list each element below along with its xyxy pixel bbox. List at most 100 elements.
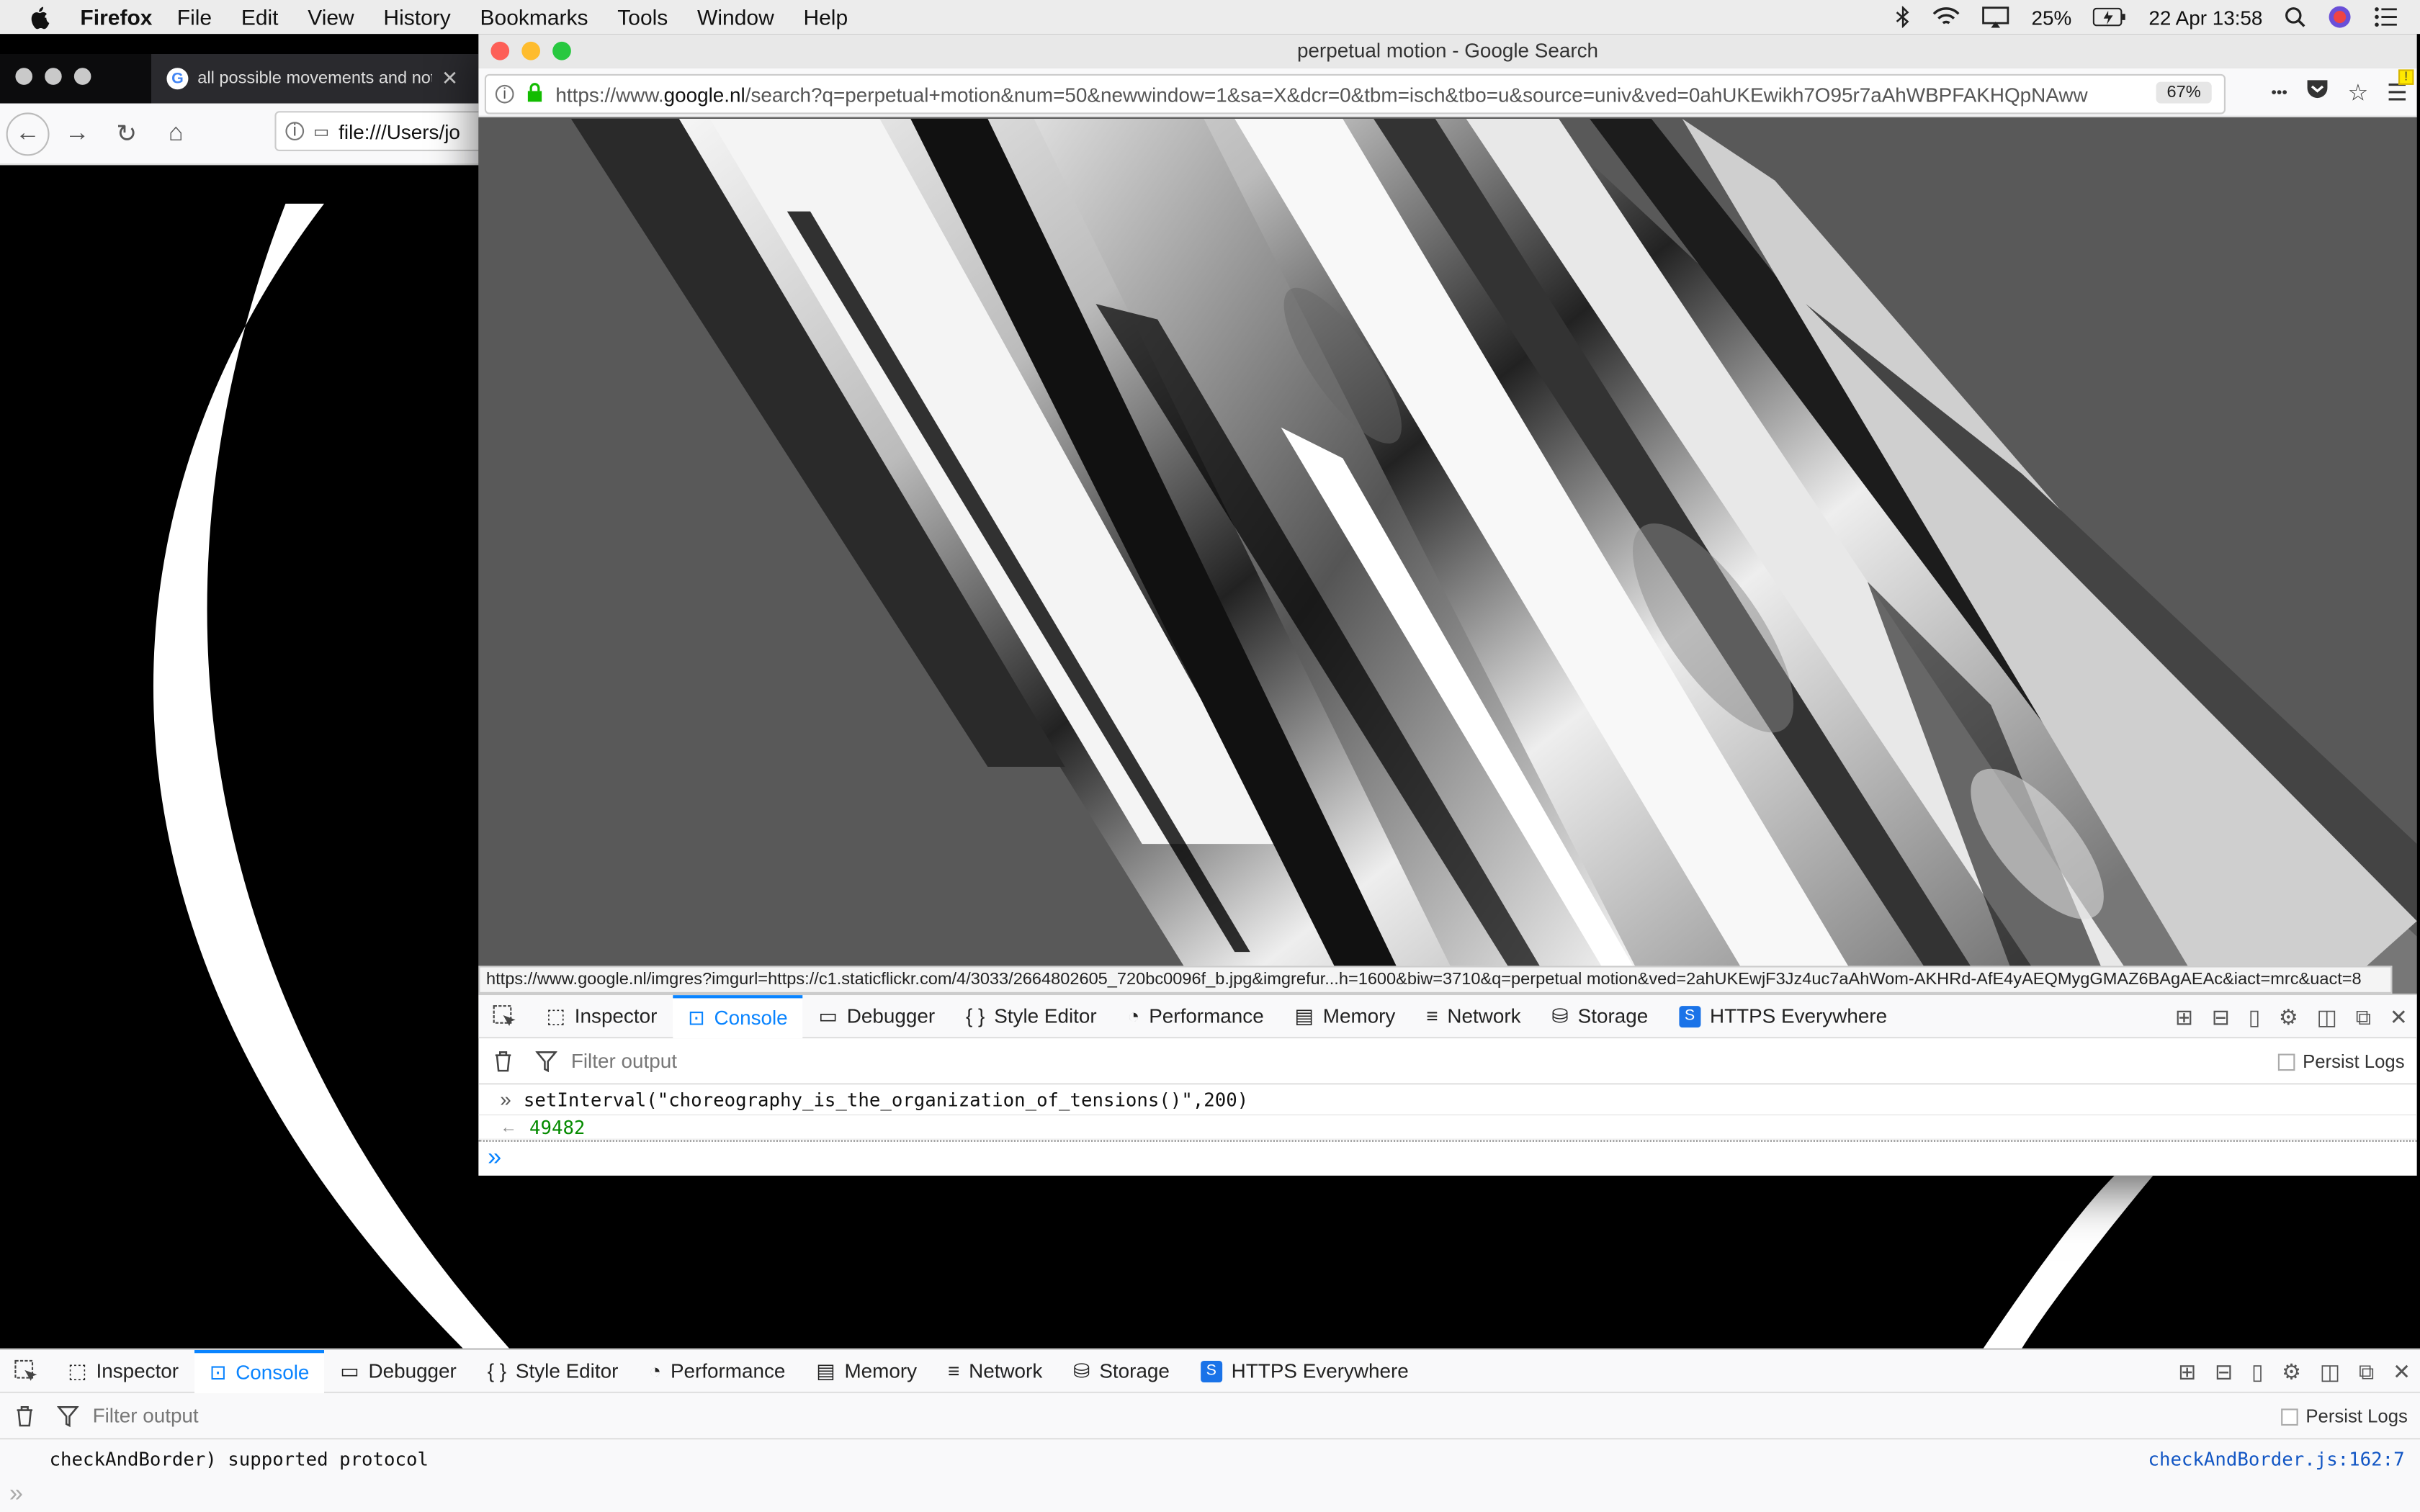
window-zoom-button[interactable] (73, 68, 91, 85)
forward-button[interactable]: → (55, 112, 99, 155)
tab-performance[interactable]: ◔ Performance (1112, 994, 1279, 1038)
split-console-icon[interactable]: ⊟ (2215, 1359, 2233, 1385)
reload-button[interactable]: ↻ (105, 112, 148, 155)
bookmark-star-icon[interactable]: ☆ (2347, 78, 2368, 106)
front-traffic-lights (490, 41, 571, 60)
tab-style-editor[interactable]: { } Style Editor (951, 994, 1113, 1038)
page-actions-more-icon[interactable]: ••• (2271, 84, 2287, 102)
devtools-toolbar: ⬚ Inspector ⊡ Console ▭ Debugger { } Style E… (478, 994, 2417, 1039)
window-close-button[interactable] (490, 41, 510, 60)
tab-label: Style Editor (994, 1004, 1097, 1028)
console-input-field[interactable]: » (478, 1140, 2417, 1174)
tab-storage[interactable]: ⛁ Storage (1536, 994, 1664, 1038)
tab-network[interactable]: ≡ Network (933, 1349, 1058, 1392)
menubar-app-name[interactable]: Firefox (80, 4, 152, 29)
tab-memory[interactable]: ▤ Memory (1279, 994, 1411, 1038)
tab-inspector[interactable]: ⬚ Inspector (531, 994, 673, 1038)
google-favicon-icon: G (166, 68, 189, 90)
info-icon[interactable]: i (495, 84, 514, 104)
tab-label: Performance (670, 1359, 786, 1382)
url-text: https://www.google.nl/search?q=perpetual… (555, 83, 2145, 106)
console-result-row: ← 49482 (478, 1115, 2417, 1140)
inspector-icon: ⬚ (546, 1003, 565, 1027)
menu-help[interactable]: Help (803, 4, 848, 29)
perpetual-motion-image[interactable] (478, 119, 2417, 999)
responsive-mode-icon[interactable]: ▯ (2251, 1359, 2264, 1385)
pocket-icon[interactable] (2306, 78, 2329, 107)
tab-close-icon[interactable]: ✕ (442, 66, 458, 91)
battery-icon[interactable] (2093, 7, 2127, 27)
console-log-source-link[interactable]: checkAndBorder.js:162:7 (2148, 1449, 2404, 1470)
menu-history[interactable]: History (383, 4, 450, 29)
tab-debugger[interactable]: ▭ Debugger (325, 1349, 472, 1392)
tab-inspector[interactable]: ⬚ Inspector (53, 1349, 194, 1392)
wifi-icon[interactable] (1932, 6, 1960, 28)
filter-output-input[interactable]: Filter output (571, 1049, 677, 1072)
close-devtools-icon[interactable]: ✕ (2390, 1004, 2408, 1030)
console-icon: ⊡ (209, 1359, 227, 1384)
airplay-icon[interactable] (1982, 6, 2010, 28)
tab-https-everywhere[interactable]: S HTTPS Everywhere (1185, 1349, 1424, 1392)
menubar-clock[interactable]: 22 Apr 13:58 (2148, 6, 2262, 29)
console-prompt-icon: » (9, 1481, 23, 1508)
menu-edit[interactable]: Edit (241, 4, 279, 29)
info-icon[interactable]: i (285, 122, 305, 140)
filter-output-input[interactable]: Filter output (93, 1404, 199, 1427)
home-button[interactable]: ⌂ (154, 112, 197, 155)
tab-style-editor[interactable]: { } Style Editor (472, 1349, 634, 1392)
menu-view[interactable]: View (308, 4, 354, 29)
window-minimize-button[interactable] (45, 68, 62, 85)
tab-https-everywhere[interactable]: S HTTPS Everywhere (1664, 994, 1903, 1038)
dock-layout-icon[interactable]: ⊞ (2178, 1359, 2196, 1385)
tab-performance[interactable]: ◔ Performance (634, 1349, 801, 1392)
undock-icon[interactable]: ⧉ (2359, 1359, 2374, 1385)
split-console-icon[interactable]: ⊟ (2212, 1004, 2230, 1030)
responsive-mode-icon[interactable]: ▯ (2249, 1004, 2261, 1030)
tab-label: HTTPS Everywhere (1231, 1359, 1409, 1382)
notification-center-icon[interactable] (2374, 6, 2398, 28)
tab-console[interactable]: ⊡ Console (194, 1349, 325, 1392)
window-close-button[interactable] (15, 68, 32, 85)
spotlight-search-icon[interactable] (2284, 6, 2305, 28)
menu-tools[interactable]: Tools (617, 4, 668, 29)
back-window-tab[interactable]: G all possible movements and not ✕ (151, 54, 479, 104)
persist-logs-checkbox[interactable]: Persist Logs (2277, 1038, 2405, 1084)
clear-console-icon[interactable] (478, 1050, 528, 1071)
element-picker-icon[interactable] (0, 1349, 53, 1392)
menu-bookmarks[interactable]: Bookmarks (480, 4, 588, 29)
tab-storage[interactable]: ⛁ Storage (1058, 1349, 1186, 1392)
hamburger-menu-icon[interactable]: ☰ ! (2387, 69, 2414, 107)
dock-side-icon[interactable]: ◫ (2320, 1359, 2340, 1385)
link-status-bar: https://www.google.nl/imgres?imgurl=http… (478, 966, 2393, 994)
screen: Firefox File Edit View History Bookmarks… (0, 0, 2420, 1512)
dock-layout-icon[interactable]: ⊞ (2175, 1004, 2193, 1030)
settings-gear-icon[interactable]: ⚙ (2282, 1359, 2301, 1385)
menu-file[interactable]: File (177, 4, 212, 29)
tab-console[interactable]: ⊡ Console (672, 994, 804, 1038)
lock-icon[interactable] (526, 82, 544, 107)
dock-side-icon[interactable]: ◫ (2316, 1004, 2336, 1030)
back-button[interactable]: ← (6, 112, 50, 156)
close-devtools-icon[interactable]: ✕ (2393, 1359, 2411, 1385)
menu-window[interactable]: Window (697, 4, 774, 29)
window-zoom-button[interactable] (552, 41, 571, 60)
braces-icon: { } (965, 1004, 985, 1028)
battery-percent[interactable]: 25% (2032, 6, 2072, 29)
undock-icon[interactable]: ⧉ (2356, 1004, 2371, 1030)
bluetooth-icon[interactable] (1896, 6, 1911, 28)
clear-console-icon[interactable] (0, 1405, 50, 1426)
window-minimize-button[interactable] (521, 41, 540, 60)
tab-memory[interactable]: ▤ Memory (801, 1349, 933, 1392)
console-input-row[interactable]: » (0, 1480, 2420, 1511)
zoom-level-badge[interactable]: 67% (2156, 81, 2212, 104)
settings-gear-icon[interactable]: ⚙ (2279, 1004, 2298, 1030)
front-url-bar[interactable]: i https://www.google.nl/search?q=perpetu… (484, 73, 2226, 114)
braces-icon: { } (487, 1359, 507, 1382)
siri-icon[interactable] (2327, 4, 2352, 29)
tab-debugger[interactable]: ▭ Debugger (803, 994, 950, 1038)
apple-icon[interactable] (28, 4, 53, 30)
element-picker-icon[interactable] (478, 994, 531, 1038)
persist-logs-checkbox[interactable]: Persist Logs (2281, 1393, 2408, 1439)
tab-network[interactable]: ≡ Network (1411, 994, 1536, 1038)
inspector-icon: ⬚ (68, 1358, 87, 1382)
